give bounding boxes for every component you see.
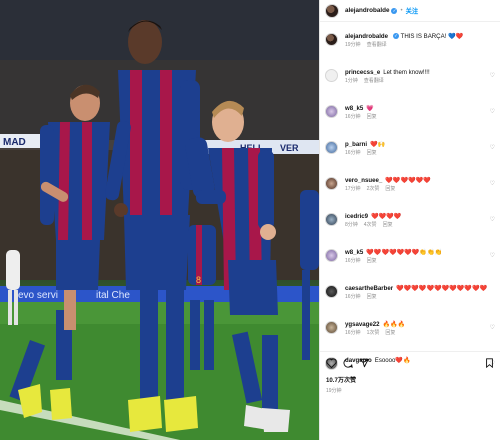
comment-username[interactable]: icedric9 <box>345 213 368 220</box>
comment-text: Let them know!!!! <box>383 69 430 76</box>
translate-link[interactable]: 查看翻译 <box>364 78 384 84</box>
like-comment-heart-icon[interactable]: ♡ <box>490 180 495 187</box>
comment-item: p_barni ❤️🙌 16分钟 回复 ♡ <box>320 141 500 157</box>
comment-item: princecss_e Let them know!!!! 1分钟 查看翻译 ♡ <box>320 69 500 85</box>
like-comment-heart-icon[interactable]: ♡ <box>490 324 495 331</box>
heart-icon[interactable] <box>326 358 337 368</box>
svg-text:ital Che: ital Che <box>96 290 130 301</box>
separator-dot: • <box>400 7 403 14</box>
like-comment-heart-icon[interactable]: ♡ <box>490 108 495 115</box>
comment-avatar[interactable] <box>325 69 338 82</box>
comment-item: ygsavage22 🔥🔥🔥 16分钟 1次赞 回复 ♡ <box>320 321 500 337</box>
reply-link[interactable]: 回复 <box>385 330 395 336</box>
comment-avatar[interactable] <box>325 105 338 118</box>
reply-link[interactable]: 回复 <box>367 114 377 120</box>
comment-item: w8_k5 ❤️❤️❤️❤️❤️❤️❤️👏👏👏 16分钟 回复 ♡ <box>320 249 500 265</box>
post-footer: 10.7万次赞 19分钟 <box>320 351 500 398</box>
comment-list[interactable]: alejandrobalde ✓ THIS IS BARÇA! 💙❤️ 19分钟查… <box>320 31 500 376</box>
svg-text:evo servi: evo servi <box>18 290 58 301</box>
comment-time: 16分钟 <box>345 330 361 336</box>
comment-time: 16分钟 <box>345 258 361 264</box>
comment-item: w8_k5 💗 16分钟 回复 ♡ <box>320 105 500 121</box>
comment-avatar[interactable] <box>325 249 338 262</box>
comment-time: 1分钟 <box>345 78 358 84</box>
svg-text:8: 8 <box>196 275 201 285</box>
author-avatar[interactable] <box>325 3 339 18</box>
post-photo[interactable]: MAD HELL VER evo servi ital Che <box>0 0 319 440</box>
post-viewer: MAD HELL VER evo servi ital Che <box>0 0 500 440</box>
comment-item: vero_nsuee_ ❤️❤️❤️❤️❤️❤️ 17分钟 2次赞 回复 ♡ <box>320 177 500 193</box>
comment-time: 16分钟 <box>345 294 361 300</box>
comment-like-count: 1次赞 <box>366 330 380 336</box>
svg-text:VER: VER <box>280 143 299 153</box>
verified-icon: ✓ <box>391 7 398 14</box>
comment-time: 16分钟 <box>345 150 361 156</box>
photo-illustration: MAD HELL VER evo servi ital Che <box>0 0 319 440</box>
caption-time: 19分钟 <box>345 42 361 48</box>
reply-link[interactable]: 回复 <box>367 258 377 264</box>
post-side-panel: alejandrobalde ✓ • 关注 alejandrobalde ✓ TH… <box>319 0 500 440</box>
comment-item: caesartheBarber ❤️❤️❤️❤️❤️❤️❤️❤️❤️❤️❤️❤️ … <box>320 285 500 301</box>
caption-text: THIS IS BARÇA! 💙❤️ <box>400 33 464 40</box>
caption-translate-link[interactable]: 查看翻译 <box>367 42 387 48</box>
comment-avatar[interactable] <box>325 285 338 298</box>
comment-avatar[interactable] <box>325 321 338 334</box>
caption: alejandrobalde ✓ THIS IS BARÇA! 💙❤️ 19分钟查… <box>320 33 500 49</box>
bookmark-icon[interactable] <box>485 358 494 368</box>
action-bar <box>326 356 494 370</box>
comment-time: 16分钟 <box>345 114 361 120</box>
follow-button[interactable]: 关注 <box>406 6 419 15</box>
comment-text: ❤️❤️❤️❤️❤️❤️❤️👏👏👏 <box>366 249 443 256</box>
reply-link[interactable]: 回复 <box>385 186 395 192</box>
comment-username[interactable]: ygsavage22 <box>345 321 380 328</box>
comment-username[interactable]: princecss_e <box>345 69 380 76</box>
like-comment-heart-icon[interactable]: ♡ <box>490 216 495 223</box>
post-header: alejandrobalde ✓ • 关注 <box>320 0 500 22</box>
comment-username[interactable]: w8_k5 <box>345 105 363 112</box>
post-time: 19分钟 <box>326 388 342 394</box>
comment-avatar[interactable] <box>325 213 338 226</box>
like-comment-heart-icon[interactable]: ♡ <box>490 72 495 79</box>
comment-text: ❤️❤️❤️❤️ <box>371 213 402 220</box>
verified-icon: ✓ <box>393 33 400 40</box>
comment-avatar[interactable] <box>325 177 338 190</box>
comment-icon[interactable] <box>343 358 353 368</box>
like-comment-heart-icon[interactable]: ♡ <box>490 252 495 259</box>
comment-text: 🔥🔥🔥 <box>382 321 406 328</box>
comment-time: 8分钟 <box>345 222 358 228</box>
comment-time: 17分钟 <box>345 186 361 192</box>
share-icon[interactable] <box>359 358 369 368</box>
comment-text: ❤️❤️❤️❤️❤️❤️❤️❤️❤️❤️❤️❤️ <box>396 285 488 292</box>
ad-board-left-text: MAD <box>3 137 26 148</box>
comment-text: ❤️❤️❤️❤️❤️❤️ <box>385 177 431 184</box>
caption-avatar[interactable] <box>325 33 338 46</box>
like-count[interactable]: 10.7万次赞 <box>326 375 494 384</box>
reply-link[interactable]: 回复 <box>367 294 377 300</box>
caption-username[interactable]: alejandrobalde <box>345 33 388 40</box>
comment-avatar[interactable] <box>325 141 338 154</box>
comment-username[interactable]: w8_k5 <box>345 249 363 256</box>
like-comment-heart-icon[interactable]: ♡ <box>490 144 495 151</box>
author-username[interactable]: alejandrobalde <box>345 7 389 14</box>
comment-item: icedric9 ❤️❤️❤️❤️ 8分钟 4次赞 回复 ♡ <box>320 213 500 229</box>
comment-username[interactable]: caesartheBarber <box>345 285 393 292</box>
comment-username[interactable]: p_barni <box>345 141 367 148</box>
comment-like-count: 4次赞 <box>363 222 377 228</box>
comment-text: 💗 <box>366 105 374 112</box>
reply-link[interactable]: 回复 <box>367 150 377 156</box>
comment-text: ❤️🙌 <box>370 141 386 148</box>
reply-link[interactable]: 回复 <box>383 222 393 228</box>
comment-username[interactable]: vero_nsuee_ <box>345 177 382 184</box>
comment-like-count: 2次赞 <box>366 186 380 192</box>
